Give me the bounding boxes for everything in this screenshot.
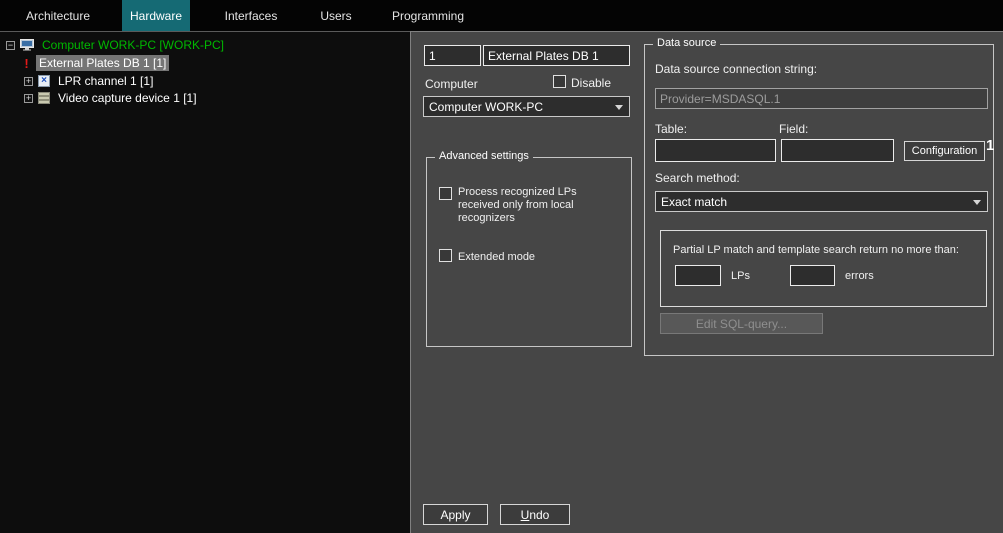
annotation-1: 1 bbox=[986, 137, 994, 154]
table-label: Table: bbox=[655, 122, 687, 136]
lps-label: LPs bbox=[731, 270, 750, 283]
collapse-toggle-icon[interactable]: − bbox=[6, 41, 15, 50]
process-local-lps-checkbox[interactable] bbox=[439, 187, 452, 200]
expand-toggle-icon[interactable]: + bbox=[24, 94, 33, 103]
application-window: Architecture Hardware Interfaces Users P… bbox=[0, 0, 1003, 533]
search-method-value: Exact match bbox=[661, 195, 727, 209]
tab-interfaces[interactable]: Interfaces bbox=[212, 0, 290, 31]
menu-bar: Architecture Hardware Interfaces Users P… bbox=[0, 0, 1003, 31]
disable-label: Disable bbox=[571, 76, 611, 90]
process-local-lps-label: Process recognized LPs received only fro… bbox=[458, 186, 610, 225]
computer-label: Computer bbox=[425, 77, 478, 91]
object-id-input[interactable] bbox=[424, 45, 481, 66]
data-source-group: Data source Data source connection strin… bbox=[644, 44, 994, 356]
tree-item-video-capture-device[interactable]: + Video capture device 1 [1] bbox=[24, 90, 200, 106]
advanced-settings-group: Advanced settings Process recognized LPs… bbox=[426, 157, 632, 347]
data-source-title: Data source bbox=[653, 37, 720, 49]
undo-button[interactable]: Undo bbox=[500, 504, 570, 525]
settings-panel: Computer Disable Computer WORK-PC Advanc… bbox=[410, 31, 1003, 533]
computer-select[interactable]: Computer WORK-PC bbox=[423, 96, 630, 117]
disable-checkbox[interactable] bbox=[553, 75, 566, 88]
device-tree: − Computer WORK-PC [WORK-PC] ! External … bbox=[0, 31, 410, 533]
table-input[interactable] bbox=[655, 139, 776, 162]
lpr-channel-icon: × bbox=[38, 75, 50, 87]
tab-programming[interactable]: Programming bbox=[388, 0, 468, 31]
chevron-down-icon bbox=[615, 105, 623, 110]
field-input[interactable] bbox=[781, 139, 894, 162]
tree-item-label: External Plates DB 1 [1] bbox=[36, 55, 169, 71]
errors-label: errors bbox=[845, 270, 874, 283]
connection-string-label: Data source connection string: bbox=[655, 62, 817, 76]
video-device-icon bbox=[38, 92, 50, 104]
search-method-label: Search method: bbox=[655, 171, 740, 185]
edit-sql-query-button: Edit SQL-query... bbox=[660, 313, 823, 334]
error-exclamation-icon: ! bbox=[22, 56, 31, 71]
chevron-down-icon bbox=[973, 200, 981, 205]
advanced-settings-title: Advanced settings bbox=[435, 150, 533, 162]
computer-icon bbox=[20, 39, 34, 51]
computer-select-value: Computer WORK-PC bbox=[429, 100, 543, 114]
expand-toggle-icon[interactable]: + bbox=[24, 77, 33, 86]
apply-button[interactable]: Apply bbox=[423, 504, 488, 525]
object-name-input[interactable] bbox=[483, 45, 630, 66]
errors-limit-input[interactable] bbox=[790, 265, 835, 286]
tree-item-label: Video capture device 1 [1] bbox=[55, 90, 200, 106]
tab-users[interactable]: Users bbox=[312, 0, 360, 31]
undo-button-label: Undo bbox=[521, 508, 550, 522]
extended-mode-checkbox[interactable] bbox=[439, 249, 452, 262]
partial-match-label: Partial LP match and template search ret… bbox=[673, 244, 959, 257]
tab-hardware[interactable]: Hardware bbox=[122, 0, 190, 31]
connection-string-input bbox=[655, 88, 988, 109]
configuration-button[interactable]: Configuration bbox=[904, 141, 985, 161]
tree-item-label: Computer WORK-PC [WORK-PC] bbox=[39, 37, 227, 53]
tree-item-external-plates-db[interactable]: ! External Plates DB 1 [1] bbox=[22, 55, 169, 71]
tab-architecture[interactable]: Architecture bbox=[18, 0, 98, 31]
partial-match-group: Partial LP match and template search ret… bbox=[660, 230, 987, 307]
tree-item-label: LPR channel 1 [1] bbox=[55, 73, 156, 89]
field-label: Field: bbox=[779, 122, 808, 136]
tree-item-lpr-channel[interactable]: + × LPR channel 1 [1] bbox=[24, 73, 156, 89]
tree-item-computer[interactable]: − Computer WORK-PC [WORK-PC] bbox=[6, 37, 227, 53]
lps-limit-input[interactable] bbox=[675, 265, 721, 286]
search-method-select[interactable]: Exact match bbox=[655, 191, 988, 212]
extended-mode-label: Extended mode bbox=[458, 251, 535, 264]
